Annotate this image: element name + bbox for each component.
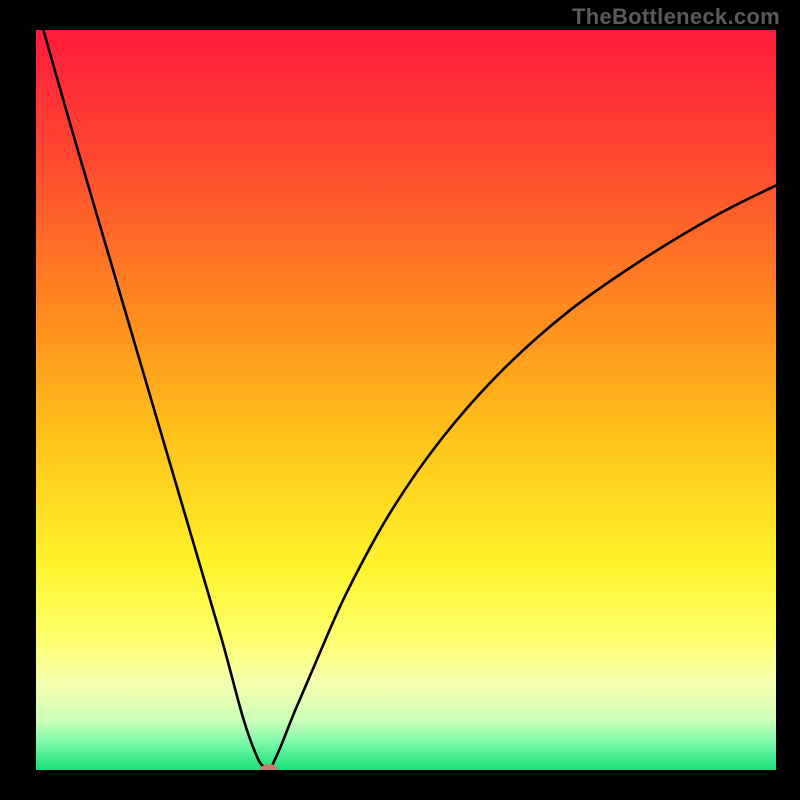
plot-area	[36, 30, 776, 770]
bottleneck-chart-svg	[36, 30, 776, 770]
watermark-text: TheBottleneck.com	[572, 4, 780, 30]
chart-frame: TheBottleneck.com	[0, 0, 800, 800]
gradient-background	[36, 30, 776, 770]
